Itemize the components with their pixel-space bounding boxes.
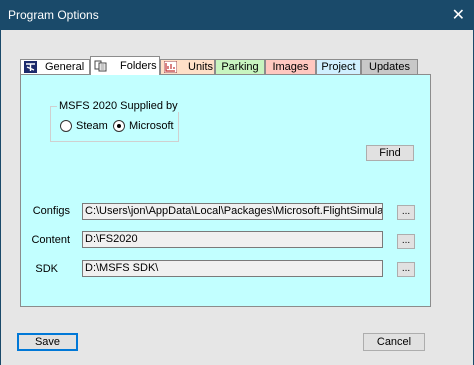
title-bar: Program Options ✕ xyxy=(0,0,474,30)
content-label: Content xyxy=(31,234,70,246)
tab-label: Project xyxy=(321,61,356,73)
steam-radio-label[interactable]: Steam xyxy=(76,120,108,132)
tab-parking[interactable]: Parking xyxy=(215,59,265,74)
configs-browse-button[interactable]: ... xyxy=(397,205,415,220)
tab-project[interactable]: Project xyxy=(316,59,361,74)
tab-label: Images xyxy=(272,61,309,73)
microsoft-radio[interactable] xyxy=(113,120,125,132)
window-title: Program Options xyxy=(8,8,99,22)
microsoft-radio-label[interactable]: Microsoft xyxy=(129,120,174,132)
tab-units[interactable]: Units xyxy=(160,59,215,74)
content-browse-button[interactable]: ... xyxy=(397,234,415,249)
sdk-field[interactable]: D:\MSFS SDK\ xyxy=(82,260,383,277)
tab-label: Units xyxy=(188,61,214,73)
configs-field[interactable]: C:\Users\jon\AppData\Local\Packages\Micr… xyxy=(82,203,383,220)
configs-label: Configs xyxy=(32,205,70,217)
tab-label: Parking xyxy=(221,61,259,73)
close-icon[interactable]: ✕ xyxy=(452,5,465,25)
tab-label: General xyxy=(45,61,85,73)
steam-radio[interactable] xyxy=(60,120,72,132)
units-icon xyxy=(164,61,177,73)
tab-folders[interactable]: Folders xyxy=(90,56,160,75)
save-button[interactable]: Save xyxy=(17,333,78,351)
supplied-by-label: MSFS 2020 Supplied by xyxy=(57,100,180,112)
tab-label: Updates xyxy=(369,61,410,73)
tab-general[interactable]: General xyxy=(20,59,90,74)
content-field[interactable]: D:\FS2020 xyxy=(82,231,383,248)
tab-updates[interactable]: Updates xyxy=(361,59,418,74)
sdk-label: SDK xyxy=(35,263,58,275)
sdk-browse-button[interactable]: ... xyxy=(397,262,415,277)
tab-label: Folders xyxy=(120,60,157,72)
app-logo-icon xyxy=(24,61,37,73)
tab-images[interactable]: Images xyxy=(265,59,316,74)
window-border-left xyxy=(0,30,1,365)
folder-icon xyxy=(94,60,107,72)
find-button[interactable]: Find xyxy=(366,145,414,161)
cancel-button[interactable]: Cancel xyxy=(363,333,425,351)
